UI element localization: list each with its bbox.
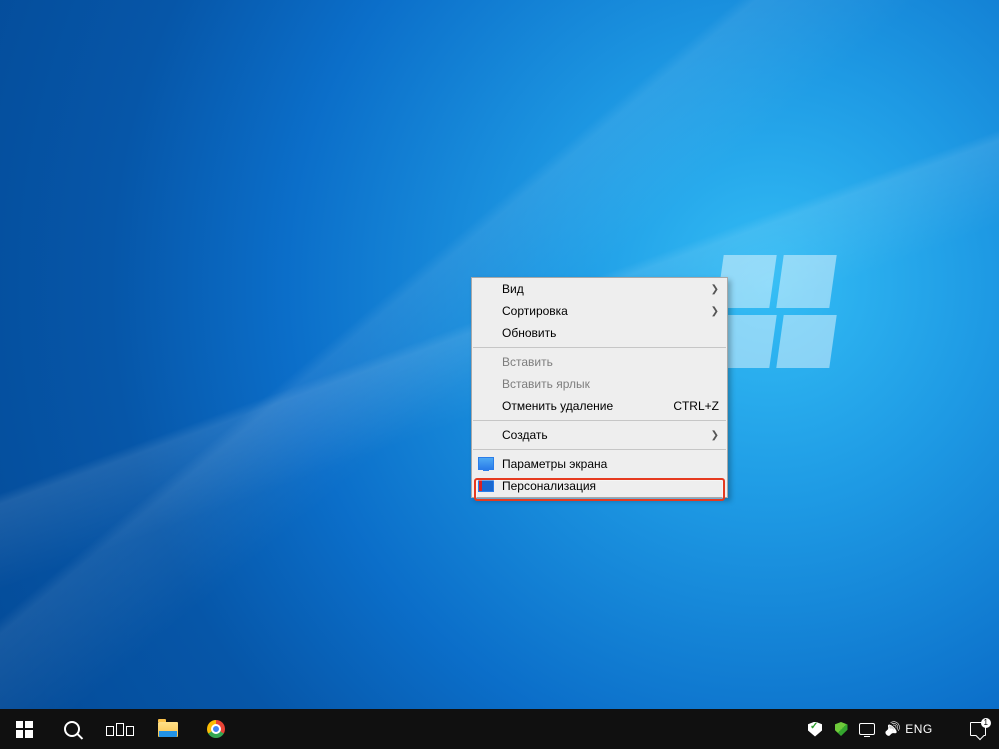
- menu-item-undo-delete[interactable]: Отменить удаление CTRL+Z: [472, 395, 727, 417]
- chrome-icon: [207, 720, 225, 738]
- language-indicator[interactable]: ENG: [911, 721, 927, 737]
- chevron-right-icon: ❯: [711, 284, 719, 295]
- taskbar: ENG 1: [0, 709, 999, 749]
- menu-item-paste: Вставить: [472, 351, 727, 373]
- menu-item-refresh[interactable]: Обновить: [472, 322, 727, 344]
- menu-item-new[interactable]: Создать ❯: [472, 424, 727, 446]
- search-icon: [64, 721, 80, 737]
- menu-label: Отменить удаление: [502, 399, 613, 413]
- menu-item-sort[interactable]: Сортировка ❯: [472, 300, 727, 322]
- notification-badge: 1: [981, 718, 991, 728]
- menu-item-view[interactable]: Вид ❯: [472, 278, 727, 300]
- menu-label: Вставить ярлык: [502, 377, 590, 391]
- chevron-right-icon: ❯: [711, 306, 719, 317]
- search-button[interactable]: [48, 709, 96, 749]
- personalization-icon: [478, 479, 494, 492]
- menu-label: Сортировка: [502, 304, 568, 318]
- menu-label: Персонализация: [502, 479, 596, 493]
- menu-item-paste-shortcut: Вставить ярлык: [472, 373, 727, 395]
- windows-start-icon: [16, 721, 33, 738]
- menu-separator: [473, 347, 726, 348]
- desktop-context-menu: Вид ❯ Сортировка ❯ Обновить Вставить Вст…: [471, 277, 728, 498]
- taskbar-spacer: [240, 709, 801, 749]
- security-tray-icon[interactable]: [807, 721, 823, 737]
- sound-tray-icon[interactable]: [885, 721, 901, 737]
- menu-item-personalization[interactable]: Персонализация: [472, 475, 727, 497]
- task-view-icon: [106, 723, 134, 736]
- file-explorer-icon: [158, 722, 178, 737]
- chrome-button[interactable]: [192, 709, 240, 749]
- action-center-button[interactable]: 1: [963, 722, 993, 736]
- menu-item-display-settings[interactable]: Параметры экрана: [472, 453, 727, 475]
- network-tray-icon[interactable]: [859, 721, 875, 737]
- desktop-background[interactable]: Вид ❯ Сортировка ❯ Обновить Вставить Вст…: [0, 0, 999, 709]
- task-view-button[interactable]: [96, 709, 144, 749]
- menu-label: Вид: [502, 282, 524, 296]
- menu-label: Параметры экрана: [502, 457, 607, 471]
- start-button[interactable]: [0, 709, 48, 749]
- file-explorer-button[interactable]: [144, 709, 192, 749]
- antivirus-tray-icon[interactable]: [833, 721, 849, 737]
- display-icon: [478, 457, 494, 470]
- chevron-right-icon: ❯: [711, 430, 719, 441]
- menu-separator: [473, 420, 726, 421]
- windows-logo: [720, 255, 835, 370]
- menu-label: Создать: [502, 428, 548, 442]
- menu-label: Обновить: [502, 326, 556, 340]
- menu-separator: [473, 449, 726, 450]
- menu-label: Вставить: [502, 355, 553, 369]
- menu-shortcut: CTRL+Z: [673, 399, 719, 413]
- system-tray: ENG 1: [801, 709, 999, 749]
